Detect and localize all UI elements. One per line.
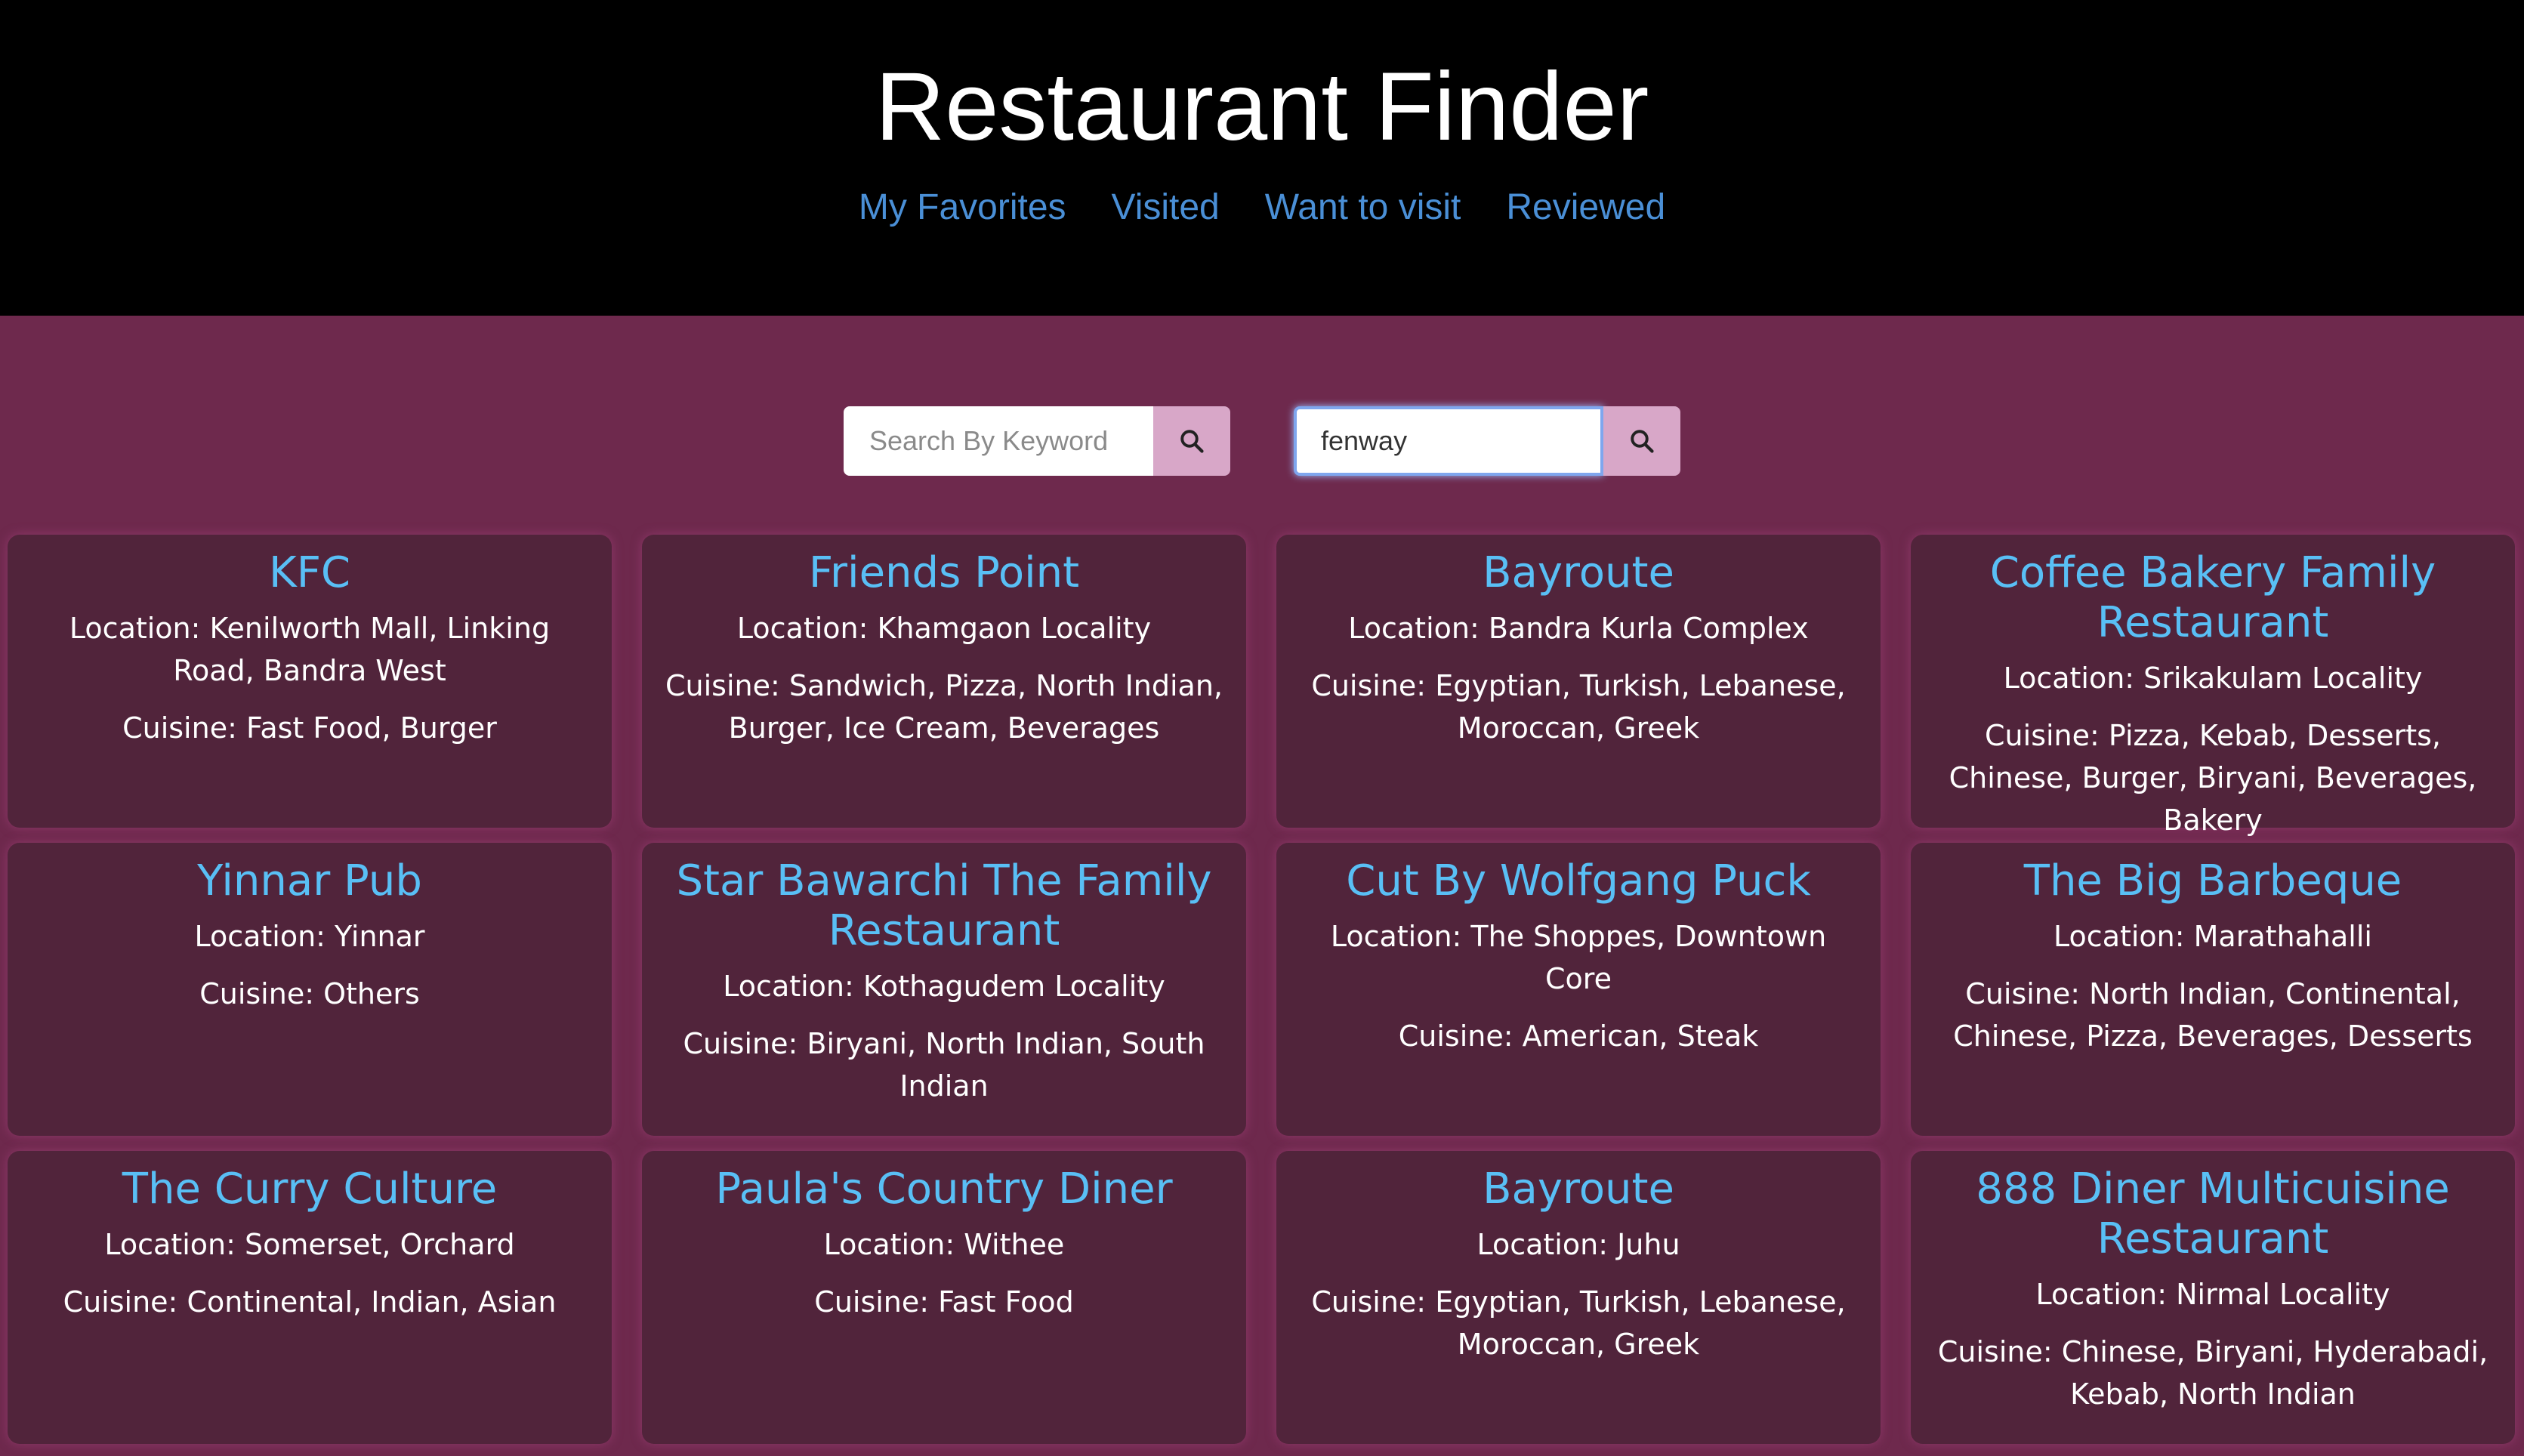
restaurant-name[interactable]: The Curry Culture [30,1164,589,1214]
restaurant-location: Location: Srikakulam Locality [2003,662,2423,695]
restaurant-cuisine: Cuisine: Others [199,977,420,1010]
location-search-button[interactable] [1603,406,1680,476]
restaurant-location: Location: Marathahalli [2053,920,2372,953]
restaurant-card[interactable]: Bayroute Location: Bandra Kurla Complex … [1276,535,1881,828]
restaurant-location: Location: Kenilworth Mall, Linking Road,… [69,612,551,687]
restaurant-cuisine: Cuisine: Biryani, North Indian, South In… [683,1027,1205,1103]
restaurant-name[interactable]: 888 Diner Multicuisine Restaurant [1933,1164,2492,1264]
location-search-group [1294,406,1680,476]
main-nav: My Favorites Visited Want to visit Revie… [0,181,2524,234]
restaurant-card[interactable]: Cut By Wolfgang Puck Location: The Shopp… [1276,843,1881,1136]
restaurant-cuisine: Cuisine: Fast Food, Burger [122,711,497,745]
restaurant-cuisine: Cuisine: American, Steak [1398,1020,1759,1053]
nav-link-my-favorites[interactable]: My Favorites [859,181,1066,234]
restaurant-location: Location: Yinnar [194,920,425,953]
restaurant-name[interactable]: The Big Barbeque [1933,856,2492,906]
restaurant-name[interactable]: Yinnar Pub [30,856,589,906]
restaurant-cuisine: Cuisine: Egyptian, Turkish, Lebanese, Mo… [1311,669,1846,745]
search-icon [1180,430,1204,453]
restaurant-cuisine: Cuisine: Pizza, Kebab, Desserts, Chinese… [1949,719,2477,837]
keyword-search-input[interactable] [844,406,1153,476]
restaurant-cuisine: Cuisine: North Indian, Continental, Chin… [1953,977,2473,1053]
restaurant-cuisine: Cuisine: Continental, Indian, Asian [63,1285,557,1319]
restaurant-card[interactable]: Friends Point Location: Khamgaon Localit… [642,535,1246,828]
restaurant-card[interactable]: The Big Barbeque Location: Marathahalli … [1911,843,2515,1136]
restaurant-card[interactable]: Coffee Bakery Family Restaurant Location… [1911,535,2515,837]
restaurant-cuisine: Cuisine: Chinese, Biryani, Hyderabadi, K… [1937,1335,2489,1411]
location-search-input[interactable] [1294,406,1603,476]
nav-link-reviewed[interactable]: Reviewed [1506,181,1665,234]
keyword-search-group [844,406,1230,476]
restaurant-card[interactable]: Paula's Country Diner Location: Withee C… [642,1151,1246,1444]
restaurant-name[interactable]: Coffee Bakery Family Restaurant [1933,548,2492,648]
restaurant-name[interactable]: KFC [30,548,589,598]
page-header: Restaurant Finder My Favorites Visited W… [0,0,2524,316]
restaurant-card[interactable]: Bayroute Location: Juhu Cuisine: Egyptia… [1276,1151,1881,1444]
restaurant-name[interactable]: Star Bawarchi The Family Restaurant [665,856,1223,956]
restaurant-name[interactable]: Friends Point [665,548,1223,598]
restaurant-location: Location: Bandra Kurla Complex [1348,612,1809,645]
keyword-search-button[interactable] [1153,406,1230,476]
search-icon [1631,430,1654,453]
restaurant-cuisine: Cuisine: Fast Food [814,1285,1074,1319]
restaurant-location: Location: Kothagudem Locality [723,970,1165,1003]
restaurant-cuisine: Cuisine: Egyptian, Turkish, Lebanese, Mo… [1311,1285,1846,1361]
restaurant-location: Location: Khamgaon Locality [736,612,1152,645]
restaurant-card[interactable]: Yinnar Pub Location: Yinnar Cuisine: Oth… [8,843,612,1136]
search-bar-row [0,406,2524,476]
page-title: Restaurant Finder [875,53,1649,161]
restaurant-location: Location: Nirmal Locality [2035,1278,2390,1311]
restaurant-location: Location: The Shoppes, Downtown Core [1330,920,1827,995]
restaurant-location: Location: Withee [823,1228,1065,1261]
restaurant-grid: KFC Location: Kenilworth Mall, Linking R… [8,535,2516,1444]
nav-link-visited[interactable]: Visited [1112,181,1220,234]
restaurant-card[interactable]: KFC Location: Kenilworth Mall, Linking R… [8,535,612,828]
restaurant-location: Location: Juhu [1476,1228,1680,1261]
restaurant-location: Location: Somerset, Orchard [104,1228,515,1261]
restaurant-card[interactable]: 888 Diner Multicuisine Restaurant Locati… [1911,1151,2515,1444]
restaurant-cuisine: Cuisine: Sandwich, Pizza, North Indian, … [665,669,1223,745]
restaurant-name[interactable]: Bayroute [1299,1164,1858,1214]
restaurant-card[interactable]: The Curry Culture Location: Somerset, Or… [8,1151,612,1444]
restaurant-name[interactable]: Paula's Country Diner [665,1164,1223,1214]
nav-link-want-to-visit[interactable]: Want to visit [1265,181,1461,234]
restaurant-name[interactable]: Cut By Wolfgang Puck [1299,856,1858,906]
restaurant-card[interactable]: Star Bawarchi The Family Restaurant Loca… [642,843,1246,1136]
restaurant-name[interactable]: Bayroute [1299,548,1858,598]
